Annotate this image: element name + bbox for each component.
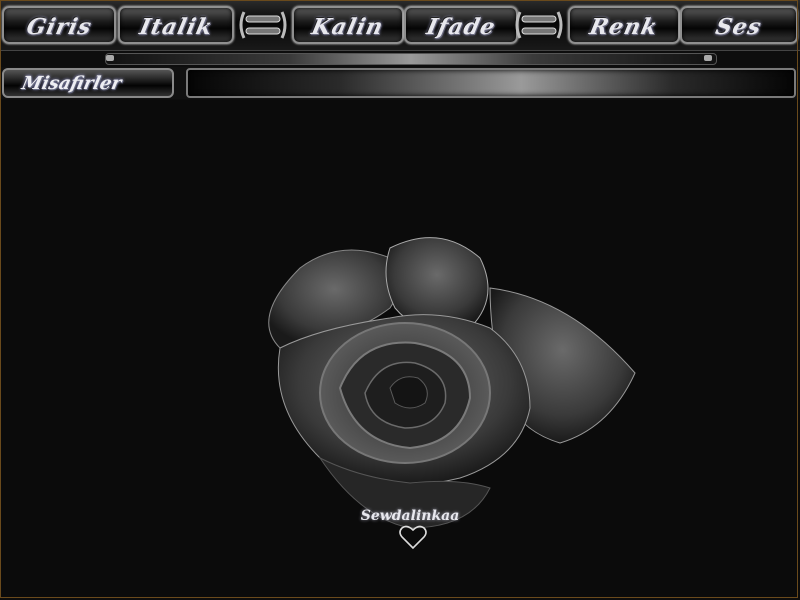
giris-button-label: Giris — [23, 14, 94, 40]
giris-button[interactable]: Giris — [2, 6, 116, 44]
top-toolbar: Giris Italik Kalin Ifade Renk Ses — [0, 0, 800, 51]
guests-button[interactable]: Misafirler — [2, 68, 174, 98]
chain-link-icon — [239, 11, 287, 39]
ifade-button[interactable]: Ifade — [404, 6, 518, 44]
renk-button[interactable]: Renk — [568, 6, 680, 44]
guests-button-label: Misafirler — [19, 73, 124, 94]
italik-button[interactable]: Italik — [118, 6, 234, 44]
heart-icon — [399, 525, 427, 550]
ses-button-label: Ses — [713, 14, 765, 40]
volume-slider[interactable] — [105, 53, 717, 65]
italik-button-label: Italik — [136, 14, 216, 40]
kalin-button[interactable]: Kalin — [292, 6, 404, 44]
chain-link-icon — [515, 11, 563, 39]
slider-right-handle[interactable] — [704, 55, 712, 61]
kalin-button-label: Kalin — [309, 14, 387, 40]
renk-button-label: Renk — [587, 14, 661, 40]
ifade-button-label: Ifade — [424, 14, 498, 40]
ses-button[interactable]: Ses — [680, 6, 798, 44]
message-input[interactable] — [186, 68, 796, 98]
signature-text: Sewdalinkaa — [360, 508, 460, 524]
slider-left-handle[interactable] — [106, 55, 114, 61]
